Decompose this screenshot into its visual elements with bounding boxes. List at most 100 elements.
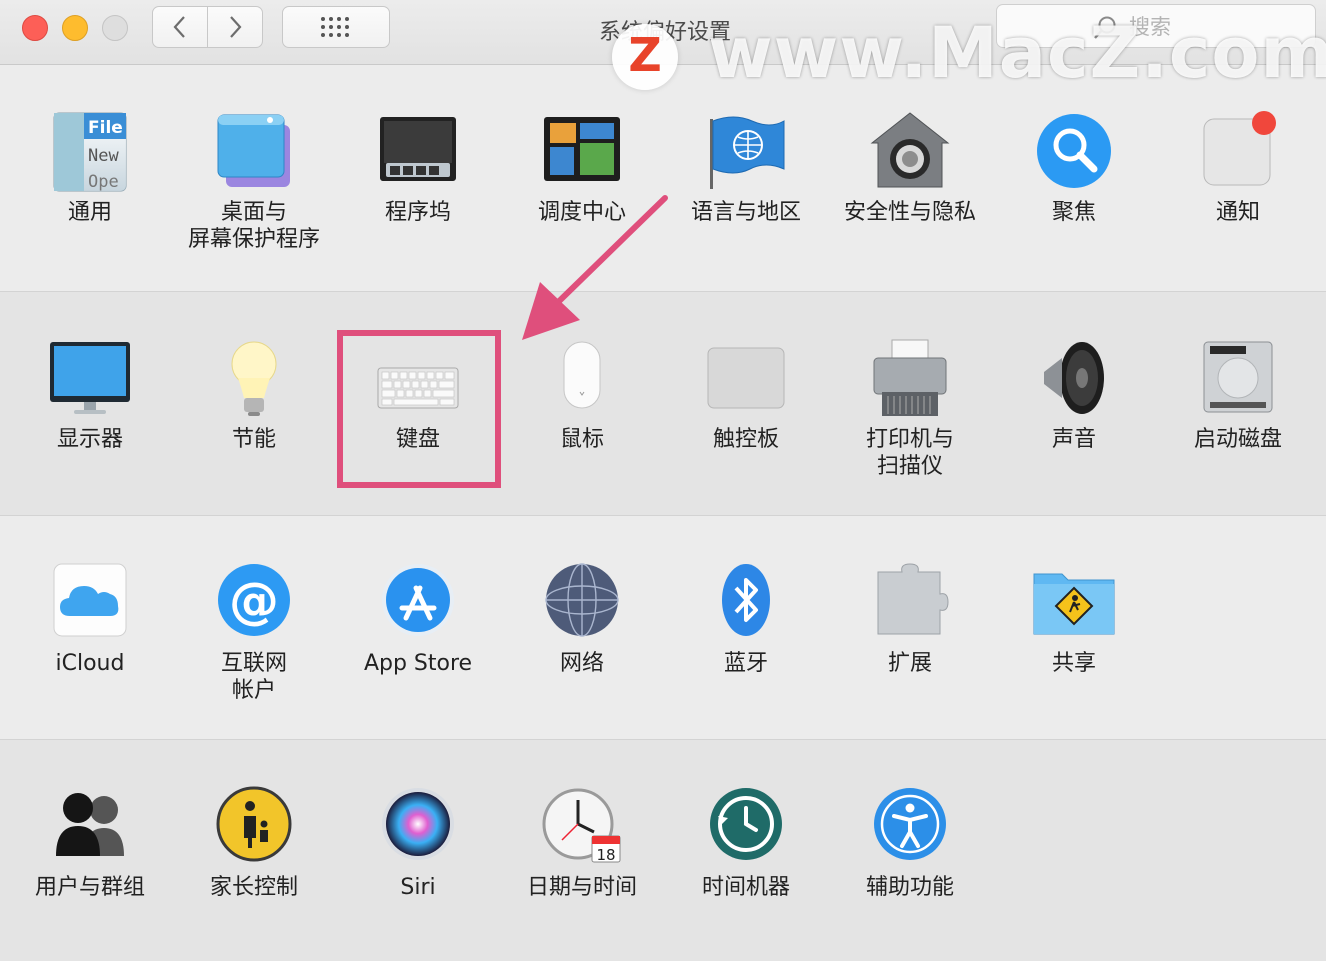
pref-pane-internet-accounts[interactable]: @ 互联网 帐户 <box>172 562 336 704</box>
pane-label: 网络 <box>559 651 604 676</box>
pane-label: 语言与地区 <box>690 200 801 225</box>
grid-icon <box>321 17 349 37</box>
pane-label: 用户与群组 <box>34 875 145 900</box>
pref-pane-sharing[interactable]: 共享 <box>992 562 1156 677</box>
dock-icon <box>376 111 460 195</box>
internet-accounts-icon: @ <box>212 562 296 646</box>
minimize-window-button[interactable] <box>62 15 88 41</box>
pane-label: 鼠标 <box>559 427 604 452</box>
desktop-screensaver-icon <box>212 111 296 195</box>
pane-label: iCloud <box>55 651 125 676</box>
svg-text:New: New <box>88 146 119 166</box>
bluetooth-icon <box>704 562 788 646</box>
pane-label: 安全性与隐私 <box>843 200 976 225</box>
svg-text:Ope: Ope <box>88 172 119 192</box>
pref-pane-energy-saver[interactable]: 节能 <box>172 338 336 453</box>
pref-pane-mouse[interactable]: 鼠标 <box>500 338 664 453</box>
keyboard-highlight-box <box>337 330 501 488</box>
back-button[interactable] <box>152 6 208 48</box>
pane-label: 扩展 <box>887 651 932 676</box>
mouse-icon <box>540 338 624 422</box>
security-privacy-icon <box>868 111 952 195</box>
pane-label: 桌面与 屏幕保护程序 <box>187 200 320 252</box>
pref-pane-security-privacy[interactable]: 安全性与隐私 <box>828 111 992 226</box>
users-groups-icon <box>48 786 132 870</box>
pref-pane-siri[interactable]: Siri <box>336 786 500 901</box>
svg-text:@: @ <box>229 572 279 630</box>
close-window-button[interactable] <box>22 15 48 41</box>
energy-saver-icon <box>212 338 296 422</box>
date-time-icon: 18 <box>540 786 624 870</box>
pane-label: 互联网 帐户 <box>220 651 287 703</box>
notifications-icon <box>1196 111 1280 195</box>
search-icon <box>1094 16 1116 39</box>
startup-disk-icon <box>1196 338 1280 422</box>
pref-pane-displays[interactable]: 显示器 <box>8 338 172 453</box>
pane-label: 程序坞 <box>384 200 451 225</box>
pane-label: 通知 <box>1215 200 1260 225</box>
app-store-icon <box>376 562 460 646</box>
pref-pane-sound[interactable]: 声音 <box>992 338 1156 453</box>
search-field[interactable] <box>996 4 1316 48</box>
pref-pane-date-time[interactable]: 18 日期与时间 <box>500 786 664 901</box>
pref-pane-accessibility[interactable]: 辅助功能 <box>828 786 992 901</box>
chevron-left-icon <box>173 16 185 38</box>
pane-label: 时间机器 <box>701 875 790 900</box>
displays-icon <box>48 338 132 422</box>
pane-row-4: 用户与群组 家长控制 Siri 18 日期与时间 时间机器 辅助功能 <box>0 739 1326 961</box>
pref-pane-trackpad[interactable]: 触控板 <box>664 338 828 453</box>
pref-pane-spotlight[interactable]: 聚焦 <box>992 111 1156 226</box>
svg-text:File: File <box>88 118 123 138</box>
accessibility-icon <box>868 786 952 870</box>
pref-pane-parental-controls[interactable]: 家长控制 <box>172 786 336 901</box>
pane-label: 聚焦 <box>1051 200 1096 225</box>
sound-icon <box>1032 338 1116 422</box>
extensions-icon <box>868 562 952 646</box>
sharing-icon <box>1032 562 1116 646</box>
pane-label: 通用 <box>67 200 112 225</box>
pane-label: 启动磁盘 <box>1193 427 1282 452</box>
forward-button[interactable] <box>207 6 263 48</box>
mission-control-icon <box>540 111 624 195</box>
pref-pane-app-store[interactable]: App Store <box>336 562 500 677</box>
chevron-right-icon <box>230 16 242 38</box>
siri-icon <box>376 786 460 870</box>
pref-pane-icloud[interactable]: iCloud <box>8 562 172 677</box>
pane-label: 节能 <box>231 427 276 452</box>
pref-pane-notifications[interactable]: 通知 <box>1156 111 1320 226</box>
pref-pane-desktop-screensaver[interactable]: 桌面与 屏幕保护程序 <box>172 111 336 253</box>
network-icon <box>540 562 624 646</box>
pane-label: 共享 <box>1051 651 1096 676</box>
pref-pane-users-groups[interactable]: 用户与群组 <box>8 786 172 901</box>
pref-pane-extensions[interactable]: 扩展 <box>828 562 992 677</box>
show-all-button[interactable] <box>282 6 390 48</box>
pane-label: 打印机与 扫描仪 <box>865 427 954 479</box>
pane-label: App Store <box>363 651 473 676</box>
pref-pane-time-machine[interactable]: 时间机器 <box>664 786 828 901</box>
spotlight-icon <box>1032 111 1116 195</box>
pane-label: 辅助功能 <box>865 875 954 900</box>
pane-label: 声音 <box>1051 427 1096 452</box>
pref-pane-startup-disk[interactable]: 启动磁盘 <box>1156 338 1320 453</box>
zoom-window-button[interactable] <box>102 15 128 41</box>
trackpad-icon <box>704 338 788 422</box>
pointer-arrow-icon <box>522 195 668 340</box>
pane-label: 蓝牙 <box>723 651 768 676</box>
pane-label: 显示器 <box>56 427 123 452</box>
pref-pane-bluetooth[interactable]: 蓝牙 <box>664 562 828 677</box>
pref-pane-general[interactable]: File New Ope 通用 <box>8 111 172 226</box>
parental-controls-icon <box>212 786 296 870</box>
pane-label: 家长控制 <box>209 875 298 900</box>
language-region-icon <box>704 111 788 195</box>
pane-label: 触控板 <box>712 427 779 452</box>
pane-row-3: iCloud @ 互联网 帐户 App Store 网络 蓝牙 扩展 共享 <box>0 515 1326 740</box>
pref-pane-language-region[interactable]: 语言与地区 <box>664 111 828 226</box>
pref-pane-dock[interactable]: 程序坞 <box>336 111 500 226</box>
window-title: 系统偏好设置 <box>598 20 731 45</box>
pref-pane-printers-scanners[interactable]: 打印机与 扫描仪 <box>828 338 992 480</box>
search-input[interactable] <box>1127 13 1301 41</box>
general-icon: File New Ope <box>48 111 132 195</box>
pane-label: 日期与时间 <box>526 875 637 900</box>
pane-label: Siri <box>400 875 436 900</box>
pref-pane-network[interactable]: 网络 <box>500 562 664 677</box>
